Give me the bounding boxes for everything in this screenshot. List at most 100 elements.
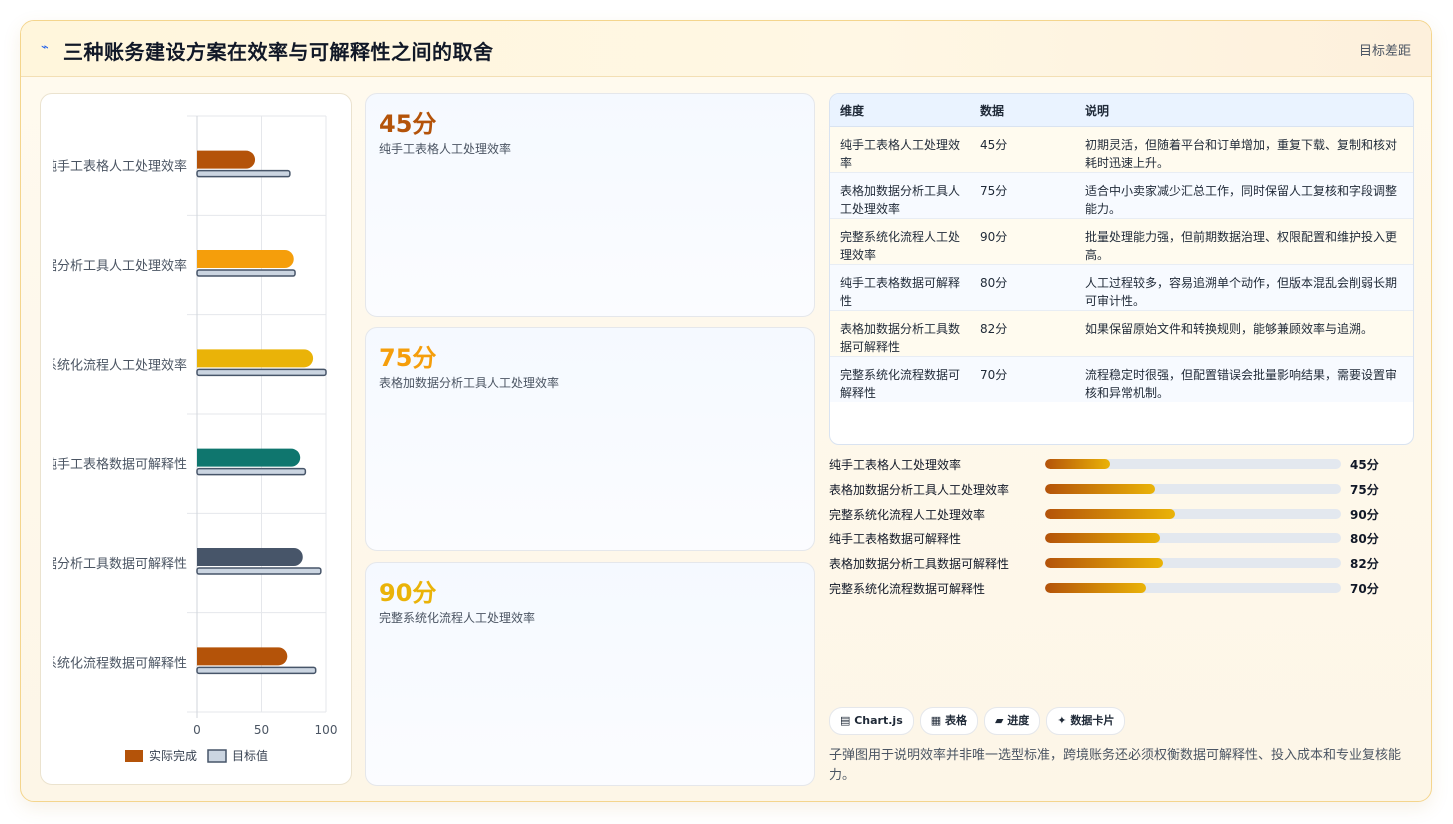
cell-description: 人工过程较多，容易追溯单个动作，但版本混乱会削弱长期可审计性。: [1075, 264, 1413, 311]
bar-target: [196, 269, 296, 277]
progress-track: [1045, 558, 1341, 569]
progress-fill: [1045, 459, 1111, 469]
page-title: 三种账务建设方案在效率与可解释性之间的取舍: [63, 40, 494, 64]
progress-value: 45分: [1350, 458, 1379, 472]
table-header-row: 维度 数据 说明: [830, 94, 1413, 127]
footnote: 子弹图用于说明效率并非唯一选型标准，跨境账务还必须权衡数据可解释性、投入成本和专…: [829, 748, 1402, 783]
cell-dimension: 完整系统化流程数据可解释性: [830, 356, 970, 402]
cell-value: 82分: [970, 310, 1075, 357]
cell-description: 适合中小卖家减少汇总工作，同时保留人工复核和字段调整能力。: [1075, 172, 1413, 219]
cell-description: 如果保留原始文件和转换规则，能够兼顾效率与追溯。: [1075, 310, 1413, 357]
y-tick-label: 表格加数据分析工具人工处理效率: [41, 258, 187, 274]
stat-label: 完整系统化流程人工处理效率: [379, 611, 536, 625]
progress-label: 表格加数据分析工具人工处理效率: [829, 482, 1010, 497]
column-header-dimension: 维度: [830, 94, 970, 127]
progress-label: 完整系统化流程人工处理效率: [829, 507, 986, 522]
cell-description: 流程稳定时很强，但配置错误会批量影响结果，需要设置审核和异常机制。: [1075, 356, 1413, 402]
tag-label: Chart.js: [854, 714, 903, 727]
tag-label: 表格: [944, 714, 967, 727]
column-header-data: 数据: [970, 94, 1075, 127]
y-tick-label: 表格加数据分析工具数据可解释性: [41, 556, 187, 572]
table-row: 完整系统化流程人工处理效率 90分 批量处理能力强，但前期数据治理、权限配置和维…: [830, 218, 1413, 265]
column-header-description: 说明: [1075, 94, 1413, 127]
tag-label: 进度: [1007, 714, 1030, 727]
stat-label: 表格加数据分析工具人工处理效率: [379, 376, 560, 390]
y-tick-label: 纯手工表格数据可解释性: [44, 457, 187, 473]
progress-track: [1045, 533, 1341, 544]
sparkle-icon: ✦: [1057, 714, 1071, 727]
bar-actual: [197, 349, 314, 368]
table-row: 完整系统化流程数据可解释性 70分 流程稳定时很强，但配置错误会批量影响结果，需…: [830, 356, 1413, 402]
bar-actual: [197, 448, 301, 467]
progress-row: 表格加数据分析工具数据可解释性 82分: [829, 552, 1389, 577]
flash-icon: ⌁: [41, 40, 49, 55]
chart-icon: ▤: [840, 714, 855, 727]
cell-dimension: 纯手工表格人工处理效率: [830, 126, 970, 173]
bullet-chart: 纯手工表格人工处理效率表格加数据分析工具人工处理效率完整系统化流程人工处理效率纯…: [41, 115, 338, 763]
bar-target: [196, 666, 317, 675]
legend-swatch-actual: [125, 750, 143, 762]
cell-value: 45分: [970, 126, 1075, 173]
progress-row: 完整系统化流程人工处理效率 90分: [829, 503, 1389, 528]
table-row: 表格加数据分析工具数据可解释性 82分 如果保留原始文件和转换规则，能够兼顾效率…: [830, 310, 1413, 357]
x-tick-label: 0: [193, 723, 201, 737]
table-row: 纯手工表格数据可解释性 80分 人工过程较多，容易追溯单个动作，但版本混乱会削弱…: [830, 264, 1413, 311]
cell-description: 初期灵活，但随着平台和订单增加，重复下载、复制和核对耗时迅速上升。: [1075, 126, 1413, 173]
progress-fill: [1045, 558, 1164, 569]
progress-fill: [1045, 483, 1155, 494]
tag-sparkle[interactable]: ✦ 数据卡片: [1046, 707, 1126, 735]
progress-row: 纯手工表格人工处理效率 45分: [829, 453, 1389, 478]
bar-target: [196, 169, 291, 178]
bar-actual: [197, 150, 256, 169]
data-table: 维度 数据 说明 纯手工表格人工处理效率 45分 初期灵活，但随着平台和订单增加…: [829, 93, 1414, 445]
progress-label: 完整系统化流程数据可解释性: [829, 581, 986, 596]
cell-value: 80分: [970, 264, 1075, 311]
y-tick-label: 完整系统化流程人工处理效率: [41, 357, 187, 373]
legend-swatch-target: [207, 749, 227, 763]
bar-actual: [197, 548, 303, 566]
tag-progress[interactable]: ▰ 进度: [983, 707, 1041, 735]
progress-track: [1045, 582, 1341, 593]
y-tick-label: 纯手工表格人工处理效率: [44, 159, 187, 175]
x-tick-label: 100: [315, 723, 338, 737]
progress-value: 80分: [1350, 532, 1379, 547]
stat-card-tool-efficiency: 75分 表格加数据分析工具人工处理效率: [365, 327, 815, 551]
bar-target: [196, 368, 327, 377]
progress-track: [1045, 483, 1341, 494]
table-icon: ▦: [930, 714, 945, 727]
progress-fill: [1045, 582, 1146, 593]
cell-dimension: 纯手工表格数据可解释性: [830, 264, 970, 311]
card-header: ⌁ 三种账务建设方案在效率与可解释性之间的取舍 目标差距: [21, 21, 1431, 77]
progress-fill: [1045, 533, 1161, 544]
progress-label: 纯手工表格数据可解释性: [829, 532, 962, 547]
progress-row: 表格加数据分析工具人工处理效率 75分: [829, 478, 1389, 503]
stat-card-system-efficiency: 90分 完整系统化流程人工处理效率: [365, 562, 815, 786]
cell-dimension: 表格加数据分析工具人工处理效率: [830, 172, 970, 219]
legend-label-actual: 实际完成: [149, 748, 197, 763]
progress-list: 纯手工表格人工处理效率 45分 表格加数据分析工具人工处理效率 75分 完整系统化流程人…: [829, 453, 1389, 602]
progress-value: 82分: [1350, 557, 1379, 572]
x-tick-label: 50: [254, 723, 269, 737]
progress-track: [1045, 459, 1341, 469]
bar-actual: [197, 250, 294, 268]
tag-table[interactable]: ▦ 表格: [919, 707, 978, 735]
progress-icon: ▰: [994, 714, 1008, 727]
cell-value: 75分: [970, 172, 1075, 219]
bullet-chart-panel: 纯手工表格人工处理效率表格加数据分析工具人工处理效率完整系统化流程人工处理效率纯…: [40, 93, 352, 785]
cell-description: 批量处理能力强，但前期数据治理、权限配置和维护投入更高。: [1075, 218, 1413, 265]
legend-label-target: 目标值: [232, 748, 268, 763]
progress-value: 70分: [1350, 581, 1379, 596]
table-row: 纯手工表格人工处理效率 45分 初期灵活，但随着平台和订单增加，重复下载、复制和…: [830, 126, 1413, 173]
progress-fill: [1045, 508, 1176, 519]
tag-chart[interactable]: ▤ Chart.js: [829, 707, 914, 735]
cell-dimension: 表格加数据分析工具数据可解释性: [830, 310, 970, 357]
tag-row: ▤ Chart.js ▦ 表格 ▰ 进度 ✦ 数据卡片: [829, 707, 1131, 735]
bar-target: [196, 467, 307, 476]
progress-value: 90分: [1350, 507, 1379, 522]
cell-value: 70分: [970, 356, 1075, 402]
bar-actual: [197, 647, 288, 666]
tag-label: 数据卡片: [1070, 714, 1115, 727]
y-tick-label: 完整系统化流程数据可解释性: [41, 656, 187, 671]
progress-label: 纯手工表格人工处理效率: [829, 458, 962, 472]
bar-target: [196, 567, 322, 575]
